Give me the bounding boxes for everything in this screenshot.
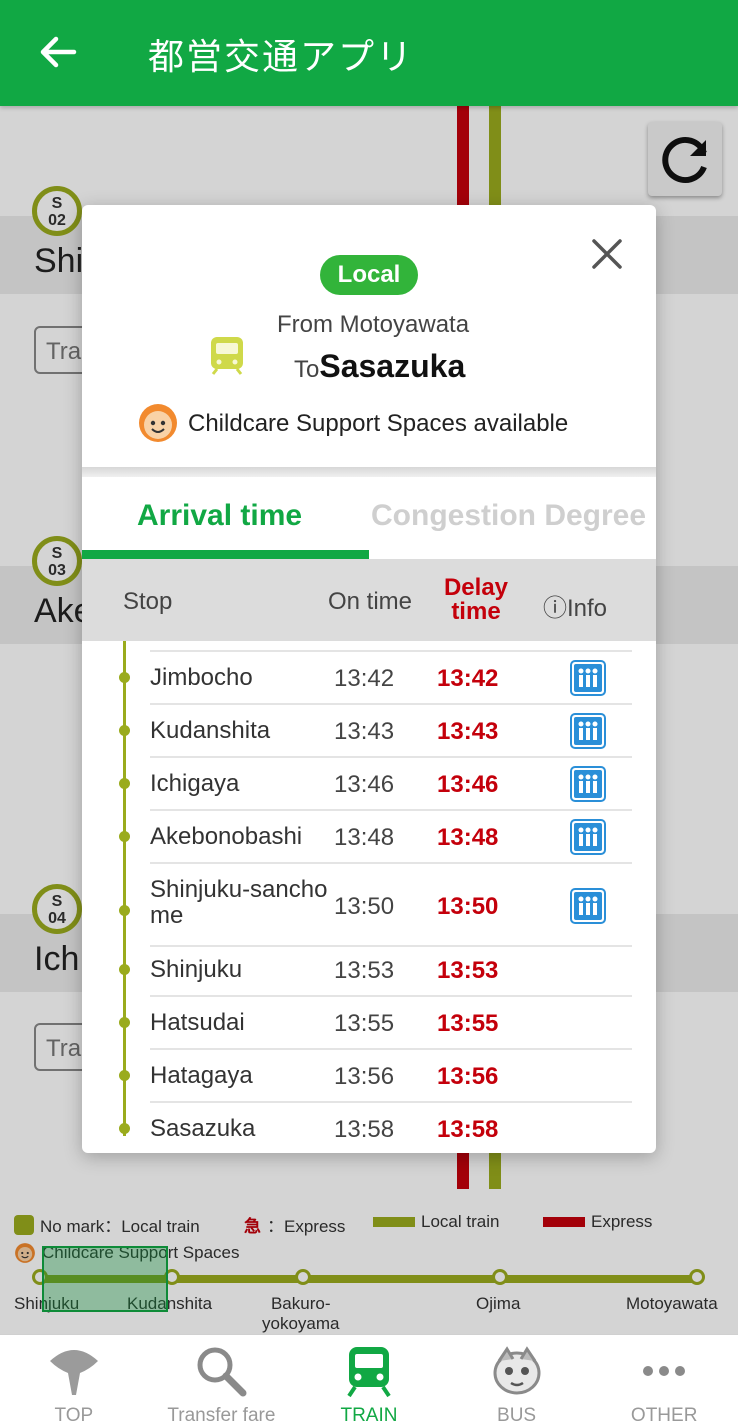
search-icon xyxy=(197,1347,247,1397)
delay-time: 13:55 xyxy=(437,1010,499,1037)
more-icon xyxy=(643,1366,686,1376)
childcare-note: Childcare Support Spaces available xyxy=(188,410,569,437)
table-header: Stop On time Delay time ⓘInfo xyxy=(82,559,656,641)
close-icon[interactable] xyxy=(588,235,626,273)
on-time: 13:50 xyxy=(334,893,395,920)
on-time: 13:46 xyxy=(334,771,395,798)
nav-transfer-fare[interactable]: Transfer fare xyxy=(148,1335,296,1428)
train-detail-dialog: Local From Motoyawata ToSasazuka Childca… xyxy=(82,205,656,1153)
bus-mascot-icon xyxy=(493,1346,541,1395)
stop-dot xyxy=(119,672,130,683)
delay-time: 13:48 xyxy=(437,824,499,851)
stop-dot xyxy=(119,725,130,736)
tab-bar: Arrival time Congestion Degree xyxy=(82,477,656,559)
nav-label: TRAIN xyxy=(340,1405,398,1426)
nav-label: OTHER xyxy=(630,1405,698,1426)
congestion-icon[interactable] xyxy=(570,713,606,749)
on-time: 13:43 xyxy=(334,718,395,745)
congestion-icon[interactable] xyxy=(570,819,606,855)
stop-name: Jimbocho xyxy=(150,664,253,691)
tab-arrival-time[interactable]: Arrival time xyxy=(137,499,302,533)
origin-station: From Motoyawata xyxy=(277,311,470,338)
congestion-icon[interactable] xyxy=(570,766,606,802)
on-time: 13:58 xyxy=(334,1116,395,1143)
stop-name: Shinjuku xyxy=(150,956,243,983)
on-time: 13:55 xyxy=(334,1010,395,1037)
nav-bus[interactable]: BUS xyxy=(443,1335,591,1428)
nav-label: Transfer fare xyxy=(167,1405,276,1426)
app-title: 都営交通アプリ xyxy=(148,37,415,78)
stop-name: Sasazuka xyxy=(150,1115,256,1142)
column-info[interactable]: ⓘInfo xyxy=(543,588,607,623)
stop-dot xyxy=(119,1070,130,1081)
back-arrow-icon[interactable] xyxy=(34,28,82,76)
active-tab-indicator xyxy=(82,550,369,559)
column-stop: Stop xyxy=(123,588,173,615)
destination-station: Sasazuka xyxy=(319,348,466,384)
childcare-icon xyxy=(139,404,177,442)
on-time: 13:56 xyxy=(334,1063,395,1090)
stop-dot xyxy=(119,1017,130,1028)
app-bar: 都営交通アプリ xyxy=(0,0,738,106)
nav-label: BUS xyxy=(497,1405,537,1426)
stop-name: Akebonobashi xyxy=(150,823,303,850)
train-icon xyxy=(347,1347,391,1398)
stop-name: Shinjuku-sanchome xyxy=(150,876,328,929)
destination: ToSasazuka xyxy=(294,348,466,384)
divider xyxy=(82,467,656,477)
nav-other[interactable]: OTHER xyxy=(590,1335,738,1428)
stop-dot xyxy=(119,905,130,916)
nav-label: TOP xyxy=(54,1405,94,1426)
train-type-badge: Local xyxy=(320,255,418,295)
stop-dot xyxy=(119,831,130,842)
column-on-time: On time xyxy=(328,588,413,615)
nav-train[interactable]: TRAIN xyxy=(295,1335,443,1428)
stop-dot xyxy=(119,964,130,975)
train-icon xyxy=(211,337,243,375)
stop-times-table: Jimbocho 13:42 13:42 Kudanshita 13:43 13… xyxy=(82,641,656,1153)
stop-name: Hatsudai xyxy=(150,1009,245,1036)
nav-top[interactable]: TOP xyxy=(0,1335,148,1428)
tree-icon xyxy=(49,1350,98,1395)
delay-time: 13:50 xyxy=(437,893,499,920)
congestion-icon[interactable] xyxy=(570,888,606,924)
on-time: 13:42 xyxy=(334,665,395,692)
stop-name: Kudanshita xyxy=(150,717,271,744)
delay-time: 13:42 xyxy=(437,665,499,692)
stop-name: Hatagaya xyxy=(150,1062,253,1089)
bottom-navigation: TOP Transfer fare TRAIN BUS OTHER xyxy=(0,1334,738,1428)
column-delay-time: Delay time xyxy=(443,574,509,625)
on-time: 13:53 xyxy=(334,957,395,984)
route-line xyxy=(123,641,126,1136)
stop-dot xyxy=(119,1123,130,1134)
stop-dot xyxy=(119,778,130,789)
delay-time: 13:43 xyxy=(437,718,499,745)
congestion-icon[interactable] xyxy=(570,660,606,696)
on-time: 13:48 xyxy=(334,824,395,851)
delay-time: 13:53 xyxy=(437,957,499,984)
delay-time: 13:56 xyxy=(437,1063,499,1090)
delay-time: 13:58 xyxy=(437,1116,499,1143)
tab-congestion-degree[interactable]: Congestion Degree xyxy=(371,499,646,533)
stop-name: Ichigaya xyxy=(150,770,240,797)
delay-time: 13:46 xyxy=(437,771,499,798)
